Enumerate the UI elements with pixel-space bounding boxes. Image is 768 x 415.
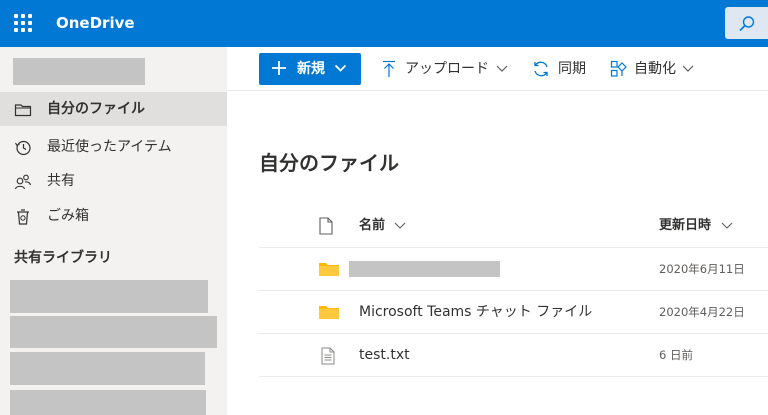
shared-library-redacted[interactable] bbox=[10, 390, 206, 415]
recycle-bin-icon bbox=[17, 209, 29, 225]
search-button[interactable] bbox=[725, 7, 768, 39]
folder-icon bbox=[319, 306, 339, 319]
chevron-down-icon[interactable] bbox=[496, 65, 508, 73]
automate-button[interactable]: 自動化 bbox=[634, 60, 676, 78]
sync-icon[interactable] bbox=[532, 60, 550, 78]
app-title[interactable]: OneDrive bbox=[56, 14, 135, 32]
automate-icon[interactable] bbox=[610, 60, 628, 78]
table-row[interactable]: 2020年6月11日 bbox=[259, 248, 768, 291]
sidebar-item-label: 共有 bbox=[47, 173, 75, 189]
search-icon bbox=[739, 16, 755, 32]
file-name[interactable]: Microsoft Teams チャット ファイル bbox=[359, 303, 592, 321]
sidebar-item-label: 最近使ったアイテム bbox=[47, 139, 172, 155]
sidebar-item-my-files[interactable]: 自分のファイル bbox=[0, 92, 227, 126]
history-icon bbox=[15, 140, 31, 156]
new-button[interactable]: 新規 bbox=[259, 53, 361, 85]
modified-date: 6 日前 bbox=[659, 348, 693, 362]
sidebar-item-recent[interactable]: 最近使ったアイテム bbox=[0, 130, 227, 164]
folder-icon bbox=[14, 104, 32, 117]
sync-button[interactable]: 同期 bbox=[558, 60, 586, 78]
page-title: 自分のファイル bbox=[259, 151, 399, 175]
people-icon bbox=[14, 174, 32, 190]
sidebar-item-label: ごみ箱 bbox=[47, 208, 89, 224]
file-type-icon[interactable] bbox=[319, 217, 333, 235]
sidebar: 自分のファイル 最近使ったアイテム 共有 ごみ箱 共有ライブラリ bbox=[0, 47, 227, 415]
file-list-header: 名前 更新日時 bbox=[259, 204, 768, 248]
file-name[interactable]: test.txt bbox=[359, 346, 410, 364]
text-file-icon bbox=[321, 347, 335, 365]
column-header-modified[interactable]: 更新日時 bbox=[659, 217, 711, 235]
shared-library-redacted[interactable] bbox=[10, 280, 208, 313]
chevron-down-icon bbox=[334, 64, 347, 72]
shared-library-redacted[interactable] bbox=[10, 352, 205, 385]
sidebar-item-label: 自分のファイル bbox=[47, 101, 145, 117]
table-row[interactable]: test.txt 6 日前 bbox=[259, 334, 768, 377]
top-bar: OneDrive bbox=[0, 0, 768, 47]
shared-libraries-heading: 共有ライブラリ bbox=[14, 250, 112, 266]
user-name-redacted bbox=[13, 58, 145, 85]
command-bar: 新規 アップロード 同期 自動化 bbox=[227, 47, 768, 91]
upload-icon[interactable] bbox=[382, 60, 396, 78]
modified-date: 2020年6月11日 bbox=[659, 262, 745, 276]
shared-library-redacted[interactable] bbox=[10, 316, 217, 348]
chevron-down-icon[interactable] bbox=[682, 65, 694, 73]
new-button-label: 新規 bbox=[297, 61, 325, 77]
table-row[interactable]: Microsoft Teams チャット ファイル 2020年4月22日 bbox=[259, 291, 768, 334]
folder-name-redacted[interactable] bbox=[349, 261, 500, 277]
column-header-name[interactable]: 名前 bbox=[359, 217, 385, 235]
modified-date: 2020年4月22日 bbox=[659, 305, 745, 319]
plus-icon bbox=[272, 61, 286, 75]
chevron-down-icon[interactable] bbox=[394, 222, 406, 230]
app-launcher-icon[interactable] bbox=[14, 14, 32, 32]
chevron-down-icon[interactable] bbox=[721, 222, 733, 230]
sidebar-item-recycle-bin[interactable]: ごみ箱 bbox=[0, 199, 227, 233]
sidebar-item-shared[interactable]: 共有 bbox=[0, 164, 227, 198]
upload-button[interactable]: アップロード bbox=[405, 60, 489, 78]
folder-icon bbox=[319, 263, 339, 276]
